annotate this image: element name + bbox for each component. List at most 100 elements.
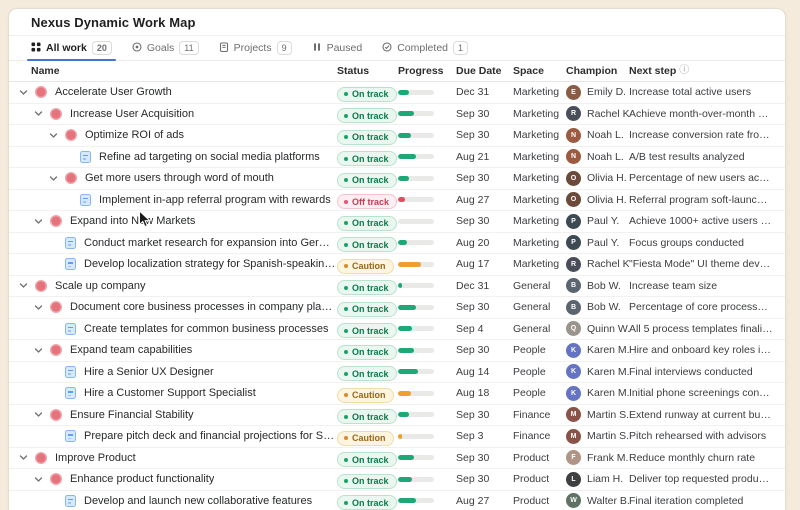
status-badge[interactable]: On track — [337, 108, 397, 123]
due-date[interactable]: Aug 17 — [456, 258, 513, 270]
chevron-down-icon[interactable] — [32, 108, 44, 120]
table-row[interactable]: Refine ad targeting on social media plat… — [9, 147, 785, 169]
next-step[interactable]: Achieve month-over-month growth in new .… — [629, 108, 785, 120]
champion-cell[interactable]: OOlivia H. — [566, 171, 629, 186]
due-date[interactable]: Sep 4 — [456, 323, 513, 335]
champion-cell[interactable]: KKaren M. — [566, 386, 629, 401]
space[interactable]: People — [513, 344, 566, 356]
item-name[interactable]: Create templates for common business pro… — [84, 323, 329, 335]
table-row[interactable]: Implement in-app referral program with r… — [9, 190, 785, 212]
champion-cell[interactable]: BBob W. — [566, 278, 629, 293]
table-row[interactable]: Accelerate User GrowthOn trackDec 31Mark… — [9, 82, 785, 104]
due-date[interactable]: Dec 31 — [456, 280, 513, 292]
item-name[interactable]: Prepare pitch deck and financial project… — [84, 430, 337, 442]
champion-cell[interactable]: RRachel K. — [566, 106, 629, 121]
item-name[interactable]: Scale up company — [55, 280, 146, 292]
champion-cell[interactable]: BBob W. — [566, 300, 629, 315]
column-header-status[interactable]: Status — [337, 65, 398, 77]
next-step[interactable]: Referral program soft-launched to top us… — [629, 194, 785, 206]
due-date[interactable]: Aug 14 — [456, 366, 513, 378]
chevron-down-icon[interactable] — [17, 280, 29, 292]
space[interactable]: Marketing — [513, 258, 566, 270]
due-date[interactable]: Sep 30 — [456, 301, 513, 313]
champion-cell[interactable]: FFrank M. — [566, 450, 629, 465]
chevron-down-icon[interactable] — [32, 409, 44, 421]
tab-projects[interactable]: Projects9 — [211, 36, 300, 60]
item-name[interactable]: Develop and launch new collaborative fea… — [84, 495, 312, 507]
status-badge[interactable]: On track — [337, 216, 397, 231]
table-row[interactable]: Expand into New MarketsOn trackSep 30Mar… — [9, 211, 785, 233]
chevron-down-icon[interactable] — [17, 452, 29, 464]
space[interactable]: Finance — [513, 430, 566, 442]
next-step[interactable]: All 5 process templates finalized — [629, 323, 785, 335]
item-name[interactable]: Optimize ROI of ads — [85, 129, 184, 141]
due-date[interactable]: Sep 30 — [456, 473, 513, 485]
due-date[interactable]: Sep 30 — [456, 108, 513, 120]
column-header-progress[interactable]: Progress — [398, 65, 456, 77]
status-badge[interactable]: On track — [337, 173, 397, 188]
table-row[interactable]: Conduct market research for expansion in… — [9, 233, 785, 255]
status-badge[interactable]: On track — [337, 409, 397, 424]
tab-all-work[interactable]: All work20 — [23, 36, 120, 60]
table-row[interactable]: Create templates for common business pro… — [9, 319, 785, 341]
champion-cell[interactable]: RRachel K. — [566, 257, 629, 272]
champion-cell[interactable]: KKaren M. — [566, 364, 629, 379]
due-date[interactable]: Sep 30 — [456, 409, 513, 421]
due-date[interactable]: Sep 3 — [456, 430, 513, 442]
due-date[interactable]: Dec 31 — [456, 86, 513, 98]
next-step[interactable]: Initial phone screenings conducted — [629, 387, 785, 399]
status-badge[interactable]: On track — [337, 302, 397, 317]
next-step[interactable]: Deliver top requested product enhancemen… — [629, 473, 785, 485]
champion-cell[interactable]: OOlivia H. — [566, 192, 629, 207]
due-date[interactable]: Sep 30 — [456, 215, 513, 227]
table-row[interactable]: Get more users through word of mouth On t… — [9, 168, 785, 190]
champion-cell[interactable]: KKaren M. — [566, 343, 629, 358]
champion-cell[interactable]: PPaul Y. — [566, 235, 629, 250]
status-badge[interactable]: Caution — [337, 259, 394, 274]
table-row[interactable]: Hire a Senior UX DesignerOn trackAug 14P… — [9, 362, 785, 384]
space[interactable]: Product — [513, 452, 566, 464]
item-name[interactable]: Implement in-app referral program with r… — [99, 194, 331, 206]
table-row[interactable]: Develop localization strategy for Spanis… — [9, 254, 785, 276]
status-badge[interactable]: On track — [337, 452, 397, 467]
due-date[interactable]: Sep 30 — [456, 452, 513, 464]
champion-cell[interactable]: WWalter B. — [566, 493, 629, 508]
due-date[interactable]: Aug 27 — [456, 495, 513, 507]
status-badge[interactable]: On track — [337, 345, 397, 360]
space[interactable]: Marketing — [513, 108, 566, 120]
champion-cell[interactable]: MMartin S. — [566, 407, 629, 422]
due-date[interactable]: Aug 21 — [456, 151, 513, 163]
champion-cell[interactable]: NNoah L. — [566, 149, 629, 164]
next-step[interactable]: Focus groups conducted — [629, 237, 785, 249]
space[interactable]: Product — [513, 495, 566, 507]
next-step[interactable]: Reduce monthly churn rate — [629, 452, 785, 464]
chevron-down-icon[interactable] — [32, 301, 44, 313]
table-row[interactable]: Scale up companyOn trackDec 31GeneralBBo… — [9, 276, 785, 298]
space[interactable]: Marketing — [513, 86, 566, 98]
space[interactable]: General — [513, 323, 566, 335]
table-row[interactable]: Increase User AcquisitionOn trackSep 30M… — [9, 104, 785, 126]
chevron-down-icon[interactable] — [17, 86, 29, 98]
next-step[interactable]: Percentage of new users acquired through… — [629, 172, 785, 184]
next-step[interactable]: Increase total active users — [629, 86, 785, 98]
champion-cell[interactable]: MMartin S. — [566, 429, 629, 444]
item-name[interactable]: Expand into New Markets — [70, 215, 195, 227]
item-name[interactable]: Refine ad targeting on social media plat… — [99, 151, 320, 163]
item-name[interactable]: Document core business processes in comp… — [70, 301, 337, 313]
item-name[interactable]: Get more users through word of mouth — [85, 172, 274, 184]
status-badge[interactable]: On track — [337, 323, 397, 338]
space[interactable]: Product — [513, 473, 566, 485]
next-step[interactable]: Extend runway at current burn rate — [629, 409, 785, 421]
status-badge[interactable]: On track — [337, 237, 397, 252]
column-header-name[interactable]: Name — [9, 65, 337, 77]
next-step[interactable]: "Fiesta Mode" UI theme developed — [629, 258, 785, 270]
chevron-down-icon[interactable] — [47, 172, 59, 184]
status-badge[interactable]: On track — [337, 474, 397, 489]
tab-paused[interactable]: Paused — [304, 36, 371, 60]
due-date[interactable]: Sep 30 — [456, 172, 513, 184]
item-name[interactable]: Accelerate User Growth — [55, 86, 172, 98]
item-name[interactable]: Enhance product functionality — [70, 473, 214, 485]
item-name[interactable]: Improve Product — [55, 452, 136, 464]
item-name[interactable]: Develop localization strategy for Spanis… — [84, 258, 337, 270]
column-header-next-step[interactable]: Next step ⓘ — [629, 65, 785, 77]
